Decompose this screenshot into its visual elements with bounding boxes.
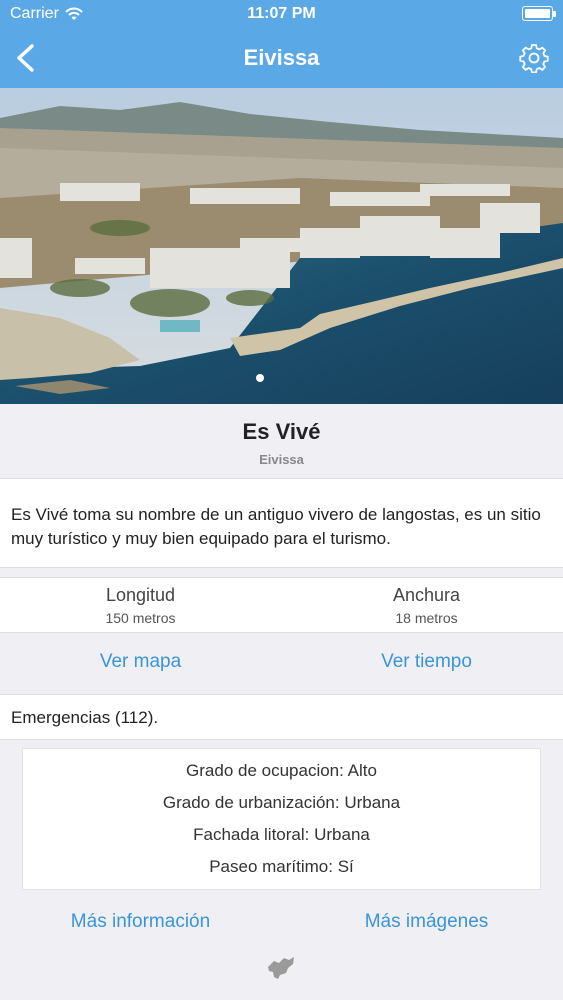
- width-label: Anchura: [392, 585, 461, 605]
- promenade-text: Paseo marítimo: Sí: [209, 857, 354, 876]
- beach-title-block: Es Vivé Eivissa: [0, 404, 563, 476]
- gear-icon[interactable]: [519, 43, 549, 73]
- length-value: 150 metros: [105, 610, 176, 626]
- emergency-text: Emergencias (112).: [11, 708, 159, 727]
- page-title: Eivissa: [243, 45, 320, 70]
- navigation-bar: Eivissa: [0, 28, 563, 88]
- beach-aerial-photo: [0, 88, 563, 404]
- width-stat: Anchura 18 metros: [286, 578, 563, 632]
- beach-photo-carousel[interactable]: [0, 88, 563, 404]
- length-label: Longitud: [105, 585, 176, 605]
- header: Carrier 11:07 PM Eivissa: [0, 0, 563, 88]
- beach-description: Es Vivé toma su nombre de un antiguo viv…: [11, 505, 541, 548]
- carousel-page-indicator[interactable]: [256, 374, 264, 382]
- occupancy-text: Grado de ocupacion: Alto: [186, 761, 377, 780]
- width-value: 18 metros: [395, 610, 458, 626]
- view-weather-link[interactable]: Ver tiempo: [286, 651, 563, 673]
- details-card: Grado de ocupacion: Alto Grado de urbani…: [22, 748, 541, 890]
- emergency-panel: Emergencias (112).: [0, 694, 563, 740]
- footer-links: Más información Más imágenes: [0, 911, 563, 951]
- length-stat: Longitud 150 metros: [0, 578, 281, 632]
- more-images-link[interactable]: Más imágenes: [286, 911, 563, 933]
- beach-island: Eivissa: [259, 452, 304, 467]
- status-time: 11:07 PM: [247, 5, 316, 22]
- status-bar: Carrier 11:07 PM: [0, 0, 563, 28]
- beach-name: Es Vivé: [242, 419, 321, 444]
- dimensions-panel: Longitud 150 metros Anchura 18 metros: [0, 577, 563, 633]
- battery-icon: [522, 6, 556, 21]
- island-logo-icon: [268, 957, 294, 979]
- view-map-link[interactable]: Ver mapa: [0, 651, 281, 673]
- more-info-link[interactable]: Más información: [0, 911, 281, 933]
- actions-row: Ver mapa Ver tiempo: [0, 651, 563, 691]
- seafront-text: Fachada litoral: Urbana: [193, 825, 370, 844]
- urbanization-text: Grado de urbanización: Urbana: [162, 793, 401, 812]
- description-panel: Es Vivé toma su nombre de un antiguo viv…: [0, 478, 563, 568]
